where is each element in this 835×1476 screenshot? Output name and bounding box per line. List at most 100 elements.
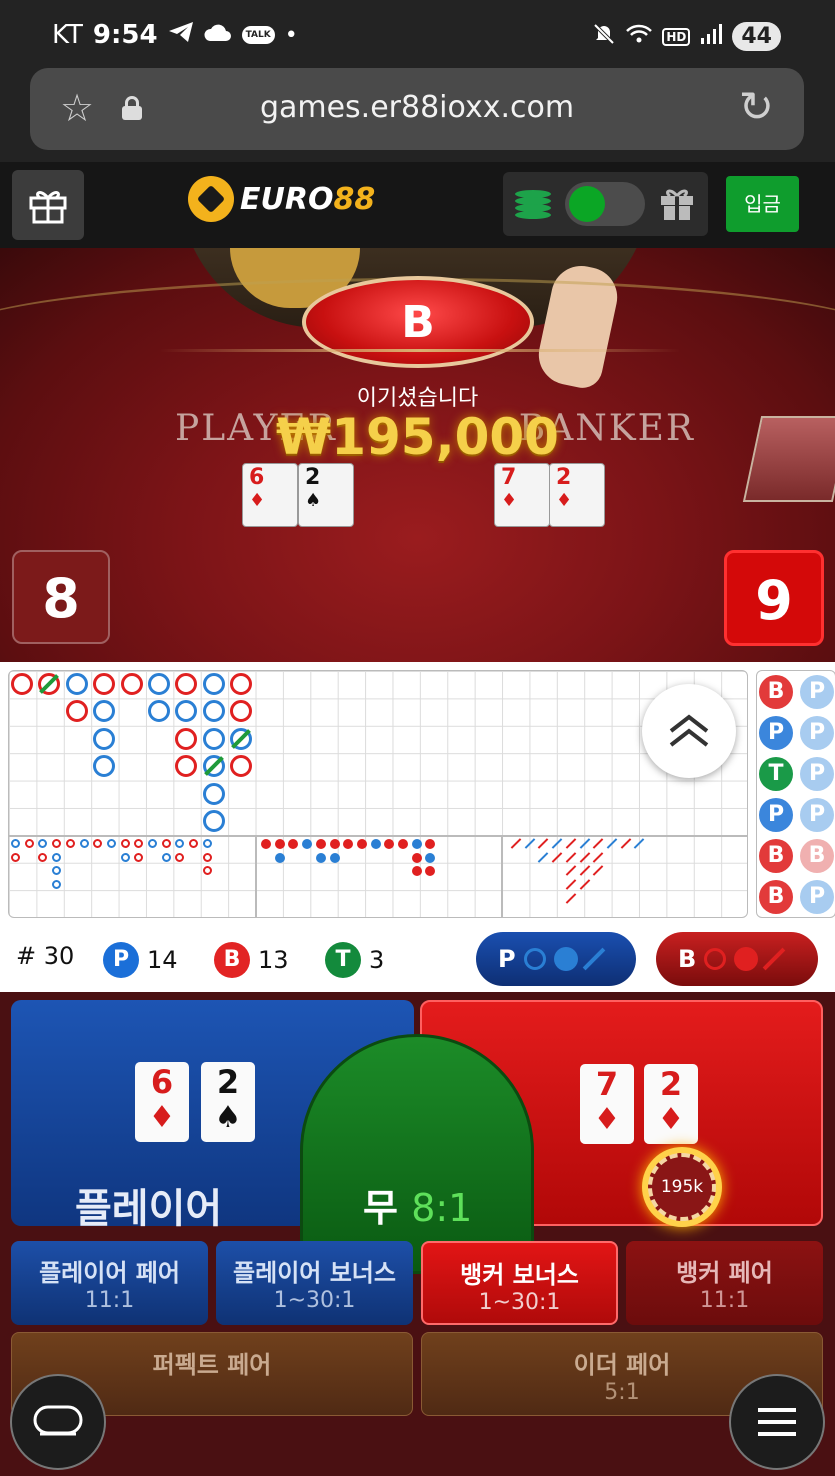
reload-icon[interactable]: ↻ [739, 82, 774, 131]
small-road-dot [411, 852, 422, 863]
app-root: KT 9:54 TALK • HD 44 ☆ games.er88ioxx.co… [0, 0, 835, 1476]
euro88-logo[interactable]: EURO88 [188, 176, 375, 222]
bead-small-mark [106, 839, 116, 848]
small-road-dot [315, 839, 326, 849]
battery-indicator: 44 [732, 22, 781, 51]
bead-small-mark [11, 839, 20, 848]
coins-icon [515, 190, 551, 220]
player-prediction-button[interactable]: P [476, 932, 636, 986]
bead-small-mark [52, 866, 62, 876]
cockroach-road-slash [538, 851, 549, 863]
mute-icon [592, 22, 616, 51]
big-road-mark [93, 673, 116, 695]
banker-score: 9 [724, 550, 824, 646]
small-road-dot [261, 839, 271, 849]
cloud-icon [204, 23, 232, 48]
bead-small-mark [202, 839, 212, 848]
big-road-mark [202, 782, 225, 805]
cockroach-road-slash [551, 838, 563, 849]
menu-button[interactable] [729, 1374, 825, 1470]
tie-circle-icon: T [325, 942, 361, 978]
cockroach-road-slash [579, 865, 590, 877]
big-road-grid[interactable] [8, 670, 748, 918]
road-vsep-2 [501, 835, 503, 917]
bead-plate[interactable]: BPPPTPPPBBBP [756, 670, 835, 918]
player-bonus-label: 플레이어 보너스 [233, 1259, 396, 1287]
perfect-pair-label: 퍼펙트 페어 [152, 1351, 272, 1379]
bead-plate-cell: B [800, 839, 834, 873]
signal-icon [700, 24, 723, 49]
big-road-mark [175, 700, 198, 723]
player-bonus-bet[interactable]: 플레이어 보너스 1~30:1 [216, 1241, 413, 1325]
address-bar[interactable]: ☆ games.er88ioxx.com ↻ [30, 68, 804, 150]
player-pair-bet[interactable]: 플레이어 페어 11:1 [11, 1241, 208, 1325]
cockroach-road-slash [620, 838, 631, 849]
balance-toggle-panel [503, 172, 708, 236]
url-text[interactable]: games.er88ioxx.com [30, 90, 804, 125]
bead-plate-cell: P [800, 798, 834, 832]
bead-small-mark [65, 839, 75, 848]
tie-count-value: 3 [369, 946, 385, 974]
banker-prediction-button[interactable]: B [656, 932, 818, 986]
bead-small-mark [120, 839, 130, 848]
big-road-mark [148, 700, 170, 723]
big-road-mark [230, 700, 253, 723]
collapse-roadmap-button[interactable] [642, 684, 736, 778]
cockroach-road-slash [538, 838, 549, 849]
player-win-count: P 14 [103, 942, 178, 978]
banker-bet-card-2: 2 ♦ [644, 1064, 698, 1144]
cockroach-road-slash [524, 838, 535, 849]
small-road-dot [411, 839, 422, 849]
big-road-mark [175, 727, 198, 750]
bead-small-mark [93, 839, 103, 848]
player-score: 8 [12, 550, 110, 644]
chat-button[interactable] [10, 1374, 106, 1470]
bead-plate-cell: P [759, 798, 793, 832]
gift-icon[interactable] [659, 186, 695, 226]
cockroach-road-slash [592, 838, 604, 849]
slash-icon [582, 947, 605, 971]
player-card-1: 6 ♦ [242, 463, 298, 527]
bead-plate-cell: T [759, 757, 793, 791]
bead-small-mark [38, 852, 48, 862]
road-vsep-1 [255, 835, 257, 917]
banker-count-value: 13 [258, 946, 289, 974]
tie-odds: 8:1 [411, 1186, 473, 1230]
banker-win-count: B 13 [214, 942, 289, 978]
cockroach-road-slash [633, 838, 645, 849]
banker-pair-bet[interactable]: 뱅커 페어 11:1 [626, 1241, 823, 1325]
hd-icon: HD [662, 27, 691, 46]
balance-toggle[interactable] [565, 182, 645, 226]
bead-plate-cell: B [759, 675, 793, 709]
small-road-dot [329, 839, 340, 849]
filled-circle-icon [734, 947, 759, 971]
player-bet-label: 플레이어 [75, 1186, 223, 1232]
player-circle-icon: P [103, 942, 139, 978]
tie-bet-spot[interactable]: 무 8:1 [300, 1034, 534, 1274]
big-road-mark [65, 673, 88, 695]
placed-chip[interactable]: 195k [642, 1147, 722, 1227]
filled-circle-icon [553, 947, 578, 971]
big-road-mark [175, 755, 198, 778]
bead-small-mark [202, 866, 212, 876]
bead-small-mark [161, 839, 171, 848]
banker-bonus-bet[interactable]: 뱅커 보너스 1~30:1 [421, 1241, 618, 1325]
gift-icon [29, 191, 67, 224]
status-left: KT 9:54 TALK • [52, 20, 298, 50]
bead-small-mark [134, 852, 144, 862]
small-road-dot [315, 852, 326, 863]
banker-pair-label: 뱅커 페어 [676, 1259, 773, 1287]
telegram-icon [168, 21, 194, 49]
logo-prefix: EURO [240, 181, 334, 217]
kakaotalk-icon: TALK [241, 26, 275, 44]
bead-small-mark [52, 880, 62, 890]
banker-card-2: 2 ♦ [549, 463, 605, 527]
deposit-button[interactable]: 입금 [726, 176, 799, 232]
chip-amount: 195k [648, 1153, 716, 1221]
gift-menu-button[interactable] [12, 170, 84, 240]
big-road-mark [230, 755, 253, 778]
big-road-mark [148, 673, 170, 695]
player-bonus-odds: 1~30:1 [273, 1288, 356, 1313]
cockroach-road-slash [551, 851, 563, 863]
bead-plate-cell: B [759, 839, 793, 873]
